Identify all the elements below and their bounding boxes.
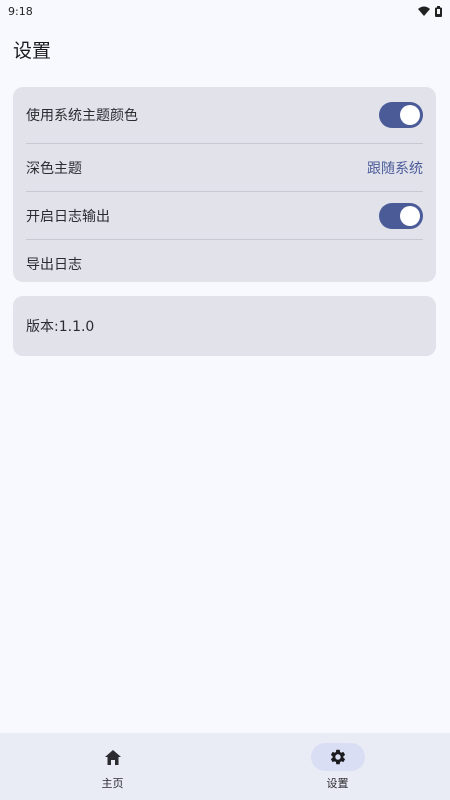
battery-icon: [435, 5, 442, 17]
dark-theme-value[interactable]: 跟随系统: [367, 158, 423, 178]
status-time: 9:18: [8, 4, 33, 18]
nav-label-home: 主页: [101, 777, 124, 790]
status-icons: [418, 5, 442, 17]
setting-label: 深色主题: [26, 160, 82, 177]
toggle-knob: [400, 205, 420, 226]
log-output-toggle[interactable]: [379, 202, 423, 229]
version-label: 版本:1.1.0: [26, 319, 95, 335]
setting-label: 导出日志: [26, 256, 82, 273]
setting-dark-theme[interactable]: 深色主题 跟随系统: [26, 144, 423, 192]
system-theme-color-toggle[interactable]: [379, 102, 423, 128]
setting-label: 开启日志输出: [26, 208, 110, 225]
nav-label-settings: 设置: [326, 777, 349, 790]
setting-export-logs[interactable]: 导出日志: [26, 240, 423, 287]
gear-icon: [310, 743, 365, 771]
page-title: 设置: [13, 40, 52, 62]
status-bar: 9:18: [0, 0, 450, 22]
bottom-navigation: 主页 设置: [0, 733, 450, 800]
wifi-icon: [418, 6, 430, 16]
version-card: 版本:1.1.0: [13, 296, 436, 356]
settings-card: 使用系统主题颜色 深色主题 跟随系统 开启日志输出 导出日志: [13, 87, 436, 282]
setting-system-theme-color[interactable]: 使用系统主题颜色: [26, 87, 423, 144]
nav-item-settings[interactable]: 设置: [225, 733, 450, 800]
toggle-knob: [400, 105, 420, 125]
setting-label: 使用系统主题颜色: [26, 108, 138, 124]
setting-enable-log-output[interactable]: 开启日志输出: [26, 192, 423, 240]
nav-item-home[interactable]: 主页: [0, 733, 225, 800]
home-icon: [86, 743, 140, 771]
